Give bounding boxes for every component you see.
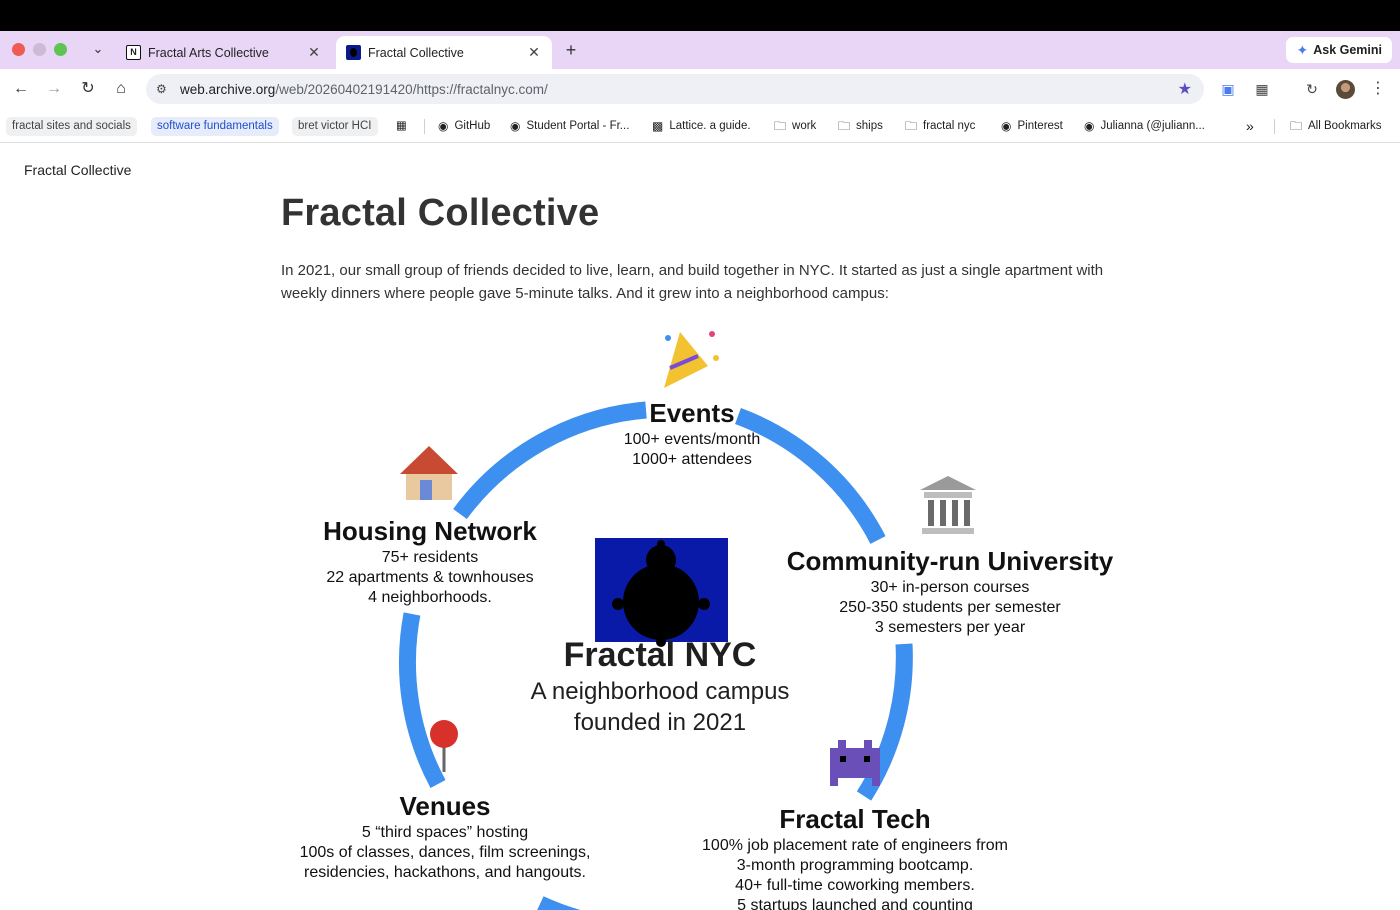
tech-line: 5 startups launched and counting	[737, 897, 973, 910]
forward-arrow-icon[interactable]: →	[43, 78, 65, 100]
fractal-icon	[346, 45, 361, 60]
bookmark-star-icon[interactable]: ★	[1178, 79, 1192, 99]
close-window-button[interactable]	[12, 43, 25, 56]
venues-line: residencies, hackathons, and hangouts.	[304, 864, 586, 881]
housing-label: Housing Network	[323, 516, 537, 546]
ask-gemini-button[interactable]: ✦ Ask Gemini	[1286, 37, 1392, 63]
globe-icon: ◉	[1001, 119, 1012, 133]
site-name-link[interactable]: Fractal Collective	[24, 162, 131, 178]
venues-line: 100s of classes, dances, film screenings…	[299, 844, 591, 861]
all-bookmarks-button[interactable]: 🗀 All Bookmarks	[1290, 117, 1382, 136]
venues-line: 5 “third spaces” hosting	[361, 824, 529, 841]
mandelbrot-image	[595, 538, 728, 647]
fractal-nyc-diagram: Events 100+ events/month 1000+ attendees…	[0, 304, 1400, 910]
apps-grid-icon[interactable]: ▦	[396, 117, 407, 136]
housing-line: 75+ residents	[381, 549, 479, 566]
system-top-bar	[0, 0, 1400, 31]
address-bar[interactable]: ⚙ web.archive.org/web/20260402191420/htt…	[146, 74, 1204, 104]
close-tab-icon[interactable]: ✕	[306, 44, 322, 61]
globe-icon: ◉	[438, 119, 449, 133]
extension-icon[interactable]: ▣	[1218, 79, 1238, 99]
university-line: 250-350 students per semester	[839, 599, 1061, 616]
back-arrow-icon[interactable]: ←	[10, 78, 32, 100]
tech-label: Fractal Tech	[779, 804, 931, 834]
tech-line: 3-month programming bootcamp.	[736, 857, 974, 874]
bookmarks-separator	[1274, 119, 1275, 134]
events-line: 100+ events/month	[623, 431, 761, 448]
venues-node: Venues 5 “third spaces” hosting 100s of …	[280, 789, 610, 883]
bookmark-group-software-fundamentals[interactable]: software fundamentals	[151, 117, 279, 136]
events-node: Events 100+ events/month 1000+ attendees	[592, 396, 792, 470]
tab-fractal-arts-collective[interactable]: N Fractal Arts Collective ✕	[116, 36, 332, 69]
browser-toolbar: ← → ↻ ⌂ ⚙ web.archive.org/web/2026040219…	[0, 69, 1400, 109]
folder-icon: 🗀	[905, 119, 918, 133]
tab-strip: ⌄ N Fractal Arts Collective ✕ Fractal Co…	[0, 31, 1400, 69]
address-url[interactable]: web.archive.org/web/20260402191420/https…	[180, 82, 548, 97]
events-line: 1000+ attendees	[632, 451, 752, 468]
events-label: Events	[649, 398, 735, 428]
bookmark-folder-ships[interactable]: 🗀 ships	[838, 117, 883, 136]
housing-line: 4 neighborhoods.	[368, 589, 492, 606]
tech-line: 100% job placement rate of engineers fro…	[702, 837, 1008, 854]
more-menu-icon[interactable]: ⋮	[1368, 79, 1388, 99]
university-node: Community-run University 30+ in-person c…	[760, 544, 1140, 638]
tab-title: Fractal Arts Collective	[148, 45, 269, 60]
classical-building-icon	[920, 476, 976, 534]
bookmarks-overflow-button[interactable]: »	[1246, 117, 1254, 136]
bookmark-group-fractal-sites[interactable]: fractal sites and socials	[6, 117, 137, 136]
center-node: Fractal NYC A neighborhood campus founde…	[490, 634, 830, 738]
ring-arc-left	[398, 612, 446, 789]
ring-arc-bottom	[537, 896, 581, 910]
housing-node: Housing Network 75+ residents 22 apartme…	[300, 514, 560, 608]
center-subtitle: founded in 2021	[573, 709, 747, 736]
page-title: Fractal Collective	[281, 192, 600, 234]
new-tab-button[interactable]: +	[560, 39, 582, 61]
profile-avatar[interactable]	[1336, 80, 1355, 99]
bookmark-github[interactable]: ◉ GitHub	[438, 117, 490, 136]
party-popper-icon	[664, 331, 719, 388]
folder-icon: 🗀	[1290, 119, 1303, 133]
bookmark-lattice[interactable]: ▩ Lattice. a guide.	[652, 117, 751, 136]
university-line: 30+ in-person courses	[870, 579, 1030, 596]
bookmarks-bar: fractal sites and socials software funda…	[0, 109, 1400, 143]
tab-fractal-collective[interactable]: Fractal Collective ✕	[336, 36, 552, 69]
tab-search-chevron-icon[interactable]: ⌄	[88, 39, 108, 59]
bookmark-folder-fractal-nyc[interactable]: 🗀 fractal nyc	[905, 117, 975, 136]
lattice-icon: ▩	[652, 119, 664, 133]
globe-icon: ◉	[510, 119, 521, 133]
housing-line: 22 apartments & townhouses	[326, 569, 534, 586]
tech-line: 40+ full-time coworking members.	[735, 877, 975, 894]
tech-node: Fractal Tech 100% job placement rate of …	[680, 802, 1030, 910]
bookmark-julianna[interactable]: ◉ Julianna (@juliann...	[1084, 117, 1205, 136]
home-icon[interactable]: ⌂	[110, 78, 132, 100]
zoom-window-button[interactable]	[54, 43, 67, 56]
intro-paragraph: In 2021, our small group of friends deci…	[281, 262, 1104, 302]
reload-icon[interactable]: ↻	[77, 78, 99, 100]
bookmark-pinterest[interactable]: ◉ Pinterest	[1001, 117, 1063, 136]
gemini-sparkle-icon: ✦	[1296, 41, 1309, 58]
alien-monster-icon	[830, 740, 880, 786]
folder-icon: 🗀	[838, 119, 851, 133]
performance-icon[interactable]: ↻	[1302, 79, 1322, 99]
puzzle-extensions-icon[interactable]: ▦	[1252, 79, 1272, 99]
bookmarks-separator	[424, 119, 425, 134]
bookmark-group-bret-victor[interactable]: bret victor HCI	[292, 117, 378, 136]
notion-icon: N	[126, 45, 141, 60]
minimize-window-button[interactable]	[33, 43, 46, 56]
house-icon	[400, 446, 458, 500]
center-subtitle: A neighborhood campus	[530, 678, 790, 705]
venues-label: Venues	[399, 791, 491, 821]
bookmark-student-portal[interactable]: ◉ Student Portal - Fr...	[510, 117, 629, 136]
folder-icon: 🗀	[774, 119, 787, 133]
globe-icon: ◉	[1084, 119, 1095, 133]
close-tab-icon[interactable]: ✕	[526, 44, 542, 61]
tab-title: Fractal Collective	[368, 45, 464, 60]
ask-gemini-label: Ask Gemini	[1313, 43, 1382, 57]
university-label: Community-run University	[786, 546, 1114, 576]
bookmark-folder-work[interactable]: 🗀 work	[774, 117, 816, 136]
center-label: Fractal NYC	[563, 636, 757, 674]
site-settings-icon[interactable]: ⚙	[156, 82, 174, 96]
web-page: Fractal Collective Fractal Collective In…	[0, 144, 1400, 910]
